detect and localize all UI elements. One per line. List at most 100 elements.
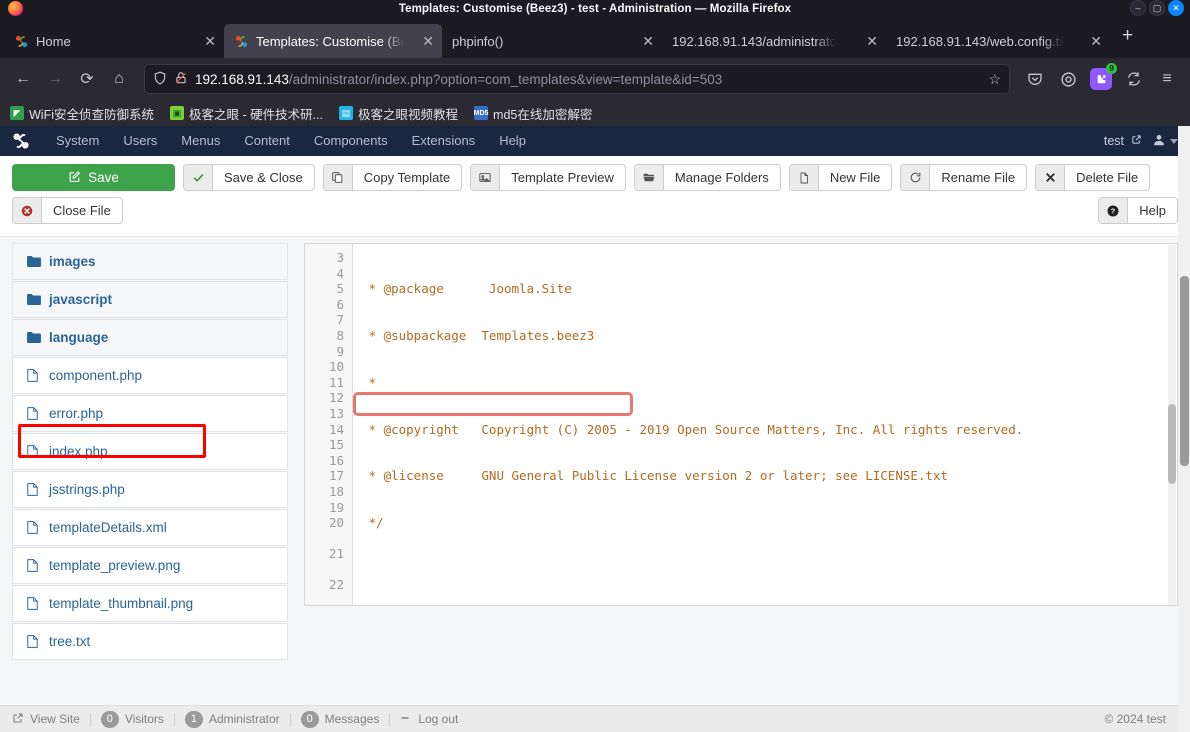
folder-item-javascript[interactable]: javascript — [12, 281, 288, 318]
back-button[interactable]: ← — [8, 64, 38, 94]
file-item-tree-txt[interactable]: tree.txt — [12, 623, 288, 660]
save-to-pocket-icon[interactable] — [1020, 64, 1050, 94]
template-preview-button[interactable]: Template Preview — [470, 164, 626, 191]
site-link[interactable]: test — [1104, 134, 1148, 148]
file-item-index-php[interactable]: index.php — [12, 433, 288, 470]
firefox-logo-icon — [8, 1, 23, 16]
menu-item-help[interactable]: Help — [487, 126, 538, 156]
tab-close-icon[interactable]: ✕ — [416, 34, 434, 48]
menu-item-components[interactable]: Components — [302, 126, 400, 156]
file-icon — [27, 369, 41, 382]
home-button[interactable]: ⌂ — [104, 64, 134, 94]
browser-tab-templates-customise[interactable]: Templates: Customise (Bee ✕ — [224, 24, 442, 58]
tab-close-icon[interactable]: ✕ — [1084, 34, 1102, 48]
file-item-jsstrings-php[interactable]: jsstrings.php — [12, 471, 288, 508]
menu-item-users[interactable]: Users — [111, 126, 169, 156]
bookmark-star-icon[interactable]: ☆ — [988, 71, 1001, 88]
app-menu-button[interactable]: ≡ — [1152, 64, 1182, 94]
code-editor[interactable]: 3 4 5 6 7 8 9 10 11 12 13 14 15 16 17 18… — [304, 243, 1178, 606]
manage-folders-button[interactable]: Manage Folders — [633, 164, 781, 191]
line-number: 21 — [328, 546, 344, 562]
browser-tab-home[interactable]: Home ✕ — [4, 24, 224, 58]
administrator-status[interactable]: 1 Administrator — [175, 710, 290, 728]
bookmark-md5[interactable]: MD5 md5在线加密解密 — [474, 104, 592, 123]
code-line-4: * @subpackage Templates.beez3 — [361, 327, 595, 343]
bookmark-geek-hw[interactable]: ▣ 极客之眼 - 硬件技术研... — [170, 104, 323, 123]
browser-tab-phpinfo[interactable]: phpinfo() ✕ — [442, 24, 662, 58]
bookmark-wifi[interactable]: ◤ WiFi安全侦查防御系统 — [10, 104, 154, 123]
file-icon — [27, 445, 41, 458]
view-site-link[interactable]: View Site — [10, 712, 90, 727]
joomla-logo-icon[interactable] — [10, 130, 32, 152]
menu-item-extensions[interactable]: Extensions — [400, 126, 488, 156]
lock-crossed-icon[interactable] — [174, 71, 188, 88]
url-text[interactable]: 192.168.91.143/administrator/index.php?o… — [195, 72, 981, 87]
help-button[interactable]: ? Help — [1098, 197, 1178, 224]
file-item-error-php[interactable]: error.php — [12, 395, 288, 432]
minimize-button[interactable]: – — [1130, 0, 1146, 16]
toolbar-row-primary: Save Save & Close Copy Template Template… — [12, 164, 1178, 191]
save-button[interactable]: Save — [12, 164, 175, 191]
save-and-close-button[interactable]: Save & Close — [183, 164, 315, 191]
file-browser-sidebar: images javascript language component.php… — [12, 237, 288, 708]
reload-button[interactable]: ⟳ — [72, 64, 102, 94]
copy-template-button[interactable]: Copy Template — [322, 164, 463, 191]
chevron-down-icon[interactable] — [1170, 138, 1178, 144]
menu-item-system[interactable]: System — [44, 126, 111, 156]
page-scrollbar-thumb[interactable] — [1180, 276, 1189, 466]
browser-tab-webconfig[interactable]: 192.168.91.143/web.config.txt ✕ — [886, 24, 1110, 58]
image-icon — [471, 165, 501, 190]
new-file-label: New File — [829, 170, 881, 185]
file-icon — [27, 483, 41, 496]
line-number: 17 — [328, 468, 344, 484]
extension-icon[interactable]: 9 — [1090, 63, 1117, 90]
file-item-component-php[interactable]: component.php — [12, 357, 288, 394]
logout-label: Log out — [418, 712, 459, 726]
file-item-label: index.php — [49, 444, 108, 459]
file-item-template-thumbnail-png[interactable]: template_thumbnail.png — [12, 585, 288, 622]
file-item-templatedetails-xml[interactable]: templateDetails.xml — [12, 509, 288, 546]
sync-icon[interactable] — [1119, 64, 1149, 94]
editor-scrollbar-thumb[interactable] — [1168, 404, 1176, 484]
folder-item-images[interactable]: images — [12, 243, 288, 280]
menu-item-menus[interactable]: Menus — [169, 126, 232, 156]
new-file-button[interactable]: New File — [788, 164, 893, 191]
tab-close-icon[interactable]: ✕ — [636, 34, 654, 48]
account-circle-icon[interactable] — [1053, 64, 1083, 94]
maximize-button[interactable]: ▢ — [1149, 0, 1165, 16]
code-text[interactable]: * @package Joomla.Site * @subpackage Tem… — [353, 244, 1177, 605]
file-icon — [27, 521, 41, 534]
browser-tab-administrator[interactable]: 192.168.91.143/administrator ✕ — [662, 24, 886, 58]
admin-status-bar: View Site 0 Visitors 1 Administrator 0 M… — [0, 705, 1190, 732]
address-bar[interactable]: 192.168.91.143/administrator/index.php?o… — [144, 64, 1010, 94]
delete-file-button[interactable]: Delete File — [1035, 164, 1151, 191]
visitors-status[interactable]: 0 Visitors — [91, 710, 174, 728]
tab-close-icon[interactable]: ✕ — [860, 34, 878, 48]
messages-status[interactable]: 0 Messages — [291, 710, 390, 728]
close-window-button[interactable]: ✕ — [1168, 0, 1184, 16]
folder-item-language[interactable]: language — [12, 319, 288, 356]
forward-button[interactable]: → — [40, 64, 70, 94]
rename-file-button[interactable]: Rename File — [900, 164, 1028, 191]
x-icon — [1036, 165, 1066, 190]
url-path: /administrator/index.php?option=com_temp… — [288, 71, 723, 87]
shield-icon[interactable] — [153, 71, 167, 88]
url-host: 192.168.91.143 — [195, 71, 289, 87]
line-number: 20 — [328, 515, 344, 531]
new-tab-button[interactable]: + — [1110, 25, 1145, 51]
bookmark-geek-video[interactable]: ▤ 极客之眼视频教程 — [339, 104, 458, 123]
file-icon — [27, 597, 41, 610]
line-number: 22 — [328, 577, 344, 593]
logout-icon — [400, 712, 412, 727]
shield-green-icon: ◤ — [10, 106, 24, 120]
close-file-button[interactable]: Close File — [12, 197, 123, 224]
page-scrollbar-track[interactable] — [1178, 126, 1190, 732]
user-icon[interactable] — [1152, 133, 1166, 150]
logout-link[interactable]: Log out — [390, 712, 468, 727]
extension-button[interactable]: 9 — [1086, 63, 1117, 94]
menu-item-content[interactable]: Content — [232, 126, 302, 156]
file-item-template-preview-png[interactable]: template_preview.png — [12, 547, 288, 584]
file-icon — [27, 635, 41, 648]
tab-close-icon[interactable]: ✕ — [198, 34, 216, 48]
